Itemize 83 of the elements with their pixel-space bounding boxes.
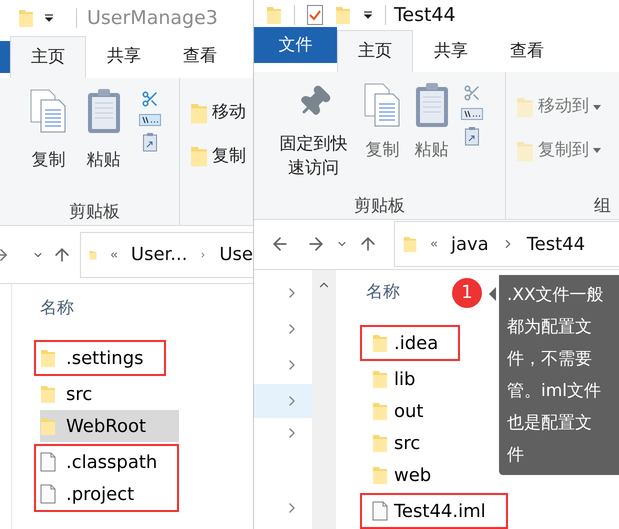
ribbon-tab[interactable]: 主页: [337, 30, 413, 72]
step-badge: 1: [452, 278, 482, 308]
ribbon-button[interactable]: 粘贴: [414, 82, 448, 194]
file-row[interactable]: .settings: [40, 342, 144, 374]
folder-icon: [372, 433, 388, 453]
folder-icon: [372, 333, 388, 353]
address-bar[interactable]: java Test44: [394, 221, 619, 268]
file-row[interactable]: .classpath: [40, 446, 158, 478]
checklist-icon[interactable]: [307, 5, 323, 26]
file-name: src: [66, 382, 92, 406]
breadcrumb[interactable]: Test44: [526, 230, 586, 258]
file-row[interactable]: web: [366, 459, 432, 491]
ribbon-button[interactable]: 复制到: [516, 138, 611, 164]
folder-icon: [190, 144, 208, 168]
folder-icon: [18, 8, 34, 28]
column-header[interactable]: 名称: [366, 280, 400, 305]
file-row[interactable]: src: [366, 427, 432, 459]
copy-icon: [28, 88, 68, 134]
file-row[interactable]: .idea: [366, 327, 438, 359]
column-header[interactable]: 名称: [40, 296, 180, 340]
ribbon-button[interactable]: 复制: [28, 88, 68, 200]
file-row[interactable]: Test44.iml: [366, 495, 486, 527]
file-icon: [40, 484, 56, 504]
folder-icon: [335, 5, 351, 26]
file-tab[interactable]: 文件: [254, 27, 337, 64]
file-icon: [40, 452, 56, 472]
folder-icon: [516, 95, 534, 120]
copy-icon: [362, 82, 402, 128]
ribbon-button[interactable]: 复制: [362, 82, 402, 194]
folder-icon: [40, 416, 56, 436]
file-row[interactable]: lib: [366, 363, 432, 395]
callout-text: .XX文件一般都为配置文件，不需要管。iml文件也是配置文件: [507, 284, 604, 464]
scissors-icon[interactable]: [140, 90, 158, 108]
caret-icon: [593, 104, 601, 110]
window-title: UserManage3: [87, 6, 218, 31]
breadcrumb[interactable]: java: [451, 230, 489, 258]
breadcrumb[interactable]: User...: [130, 241, 188, 268]
ribbon-button[interactable]: 移动到: [516, 94, 611, 120]
folder-icon: [266, 5, 282, 26]
file-name: lib: [393, 368, 416, 392]
path-icon[interactable]: [460, 108, 482, 120]
folder-icon: [40, 384, 56, 404]
folder-icon: [403, 234, 417, 254]
file-name: .settings: [66, 346, 144, 370]
shortcut-icon[interactable]: [464, 126, 478, 146]
breadcrumb[interactable]: Use: [219, 241, 253, 268]
file-row[interactable]: src: [40, 378, 92, 410]
caret-icon: [593, 148, 601, 154]
window-title: Test44: [394, 2, 456, 28]
ribbon-button[interactable]: 粘贴: [86, 88, 120, 200]
file-name: .classpath: [66, 450, 158, 474]
shortcut-icon[interactable]: [142, 132, 156, 152]
ribbon-button[interactable]: 移动: [190, 100, 246, 126]
folder-icon: [372, 369, 388, 389]
ribbon-button[interactable]: 固定到快速访问: [276, 82, 350, 194]
group-label: 剪贴板: [354, 194, 405, 218]
scissors-icon[interactable]: [462, 84, 480, 102]
path-icon[interactable]: [138, 114, 160, 126]
ribbon-tab[interactable]: 主页: [10, 36, 86, 78]
overflow-icon[interactable]: [108, 250, 119, 260]
folder-icon: [40, 348, 56, 368]
file-name: WebRoot: [66, 414, 146, 438]
file-icon: [372, 501, 388, 521]
file-name: web: [393, 464, 432, 488]
file-row[interactable]: out: [366, 395, 432, 427]
folder-icon: [372, 465, 388, 485]
group-label: 组: [593, 194, 611, 218]
overflow-icon[interactable]: [429, 239, 439, 250]
file-name: .project: [66, 482, 134, 506]
file-name: out: [393, 400, 424, 424]
file-row[interactable]: WebRoot: [40, 410, 180, 442]
ribbon-button[interactable]: 复制: [190, 144, 246, 169]
dropdown-icon[interactable]: [363, 11, 373, 20]
file-row[interactable]: .project: [40, 478, 158, 510]
dropdown-icon[interactable]: [44, 14, 54, 22]
file-name: src: [393, 432, 420, 456]
folder-icon: [372, 401, 388, 421]
address-bar[interactable]: User... Use: [80, 232, 253, 278]
file-name: Test44.iml: [393, 500, 486, 524]
file-name: .idea: [393, 332, 438, 356]
clipboard-icon: [414, 82, 448, 128]
clipboard-icon: [86, 88, 120, 134]
group-label: 剪贴板: [69, 200, 120, 224]
